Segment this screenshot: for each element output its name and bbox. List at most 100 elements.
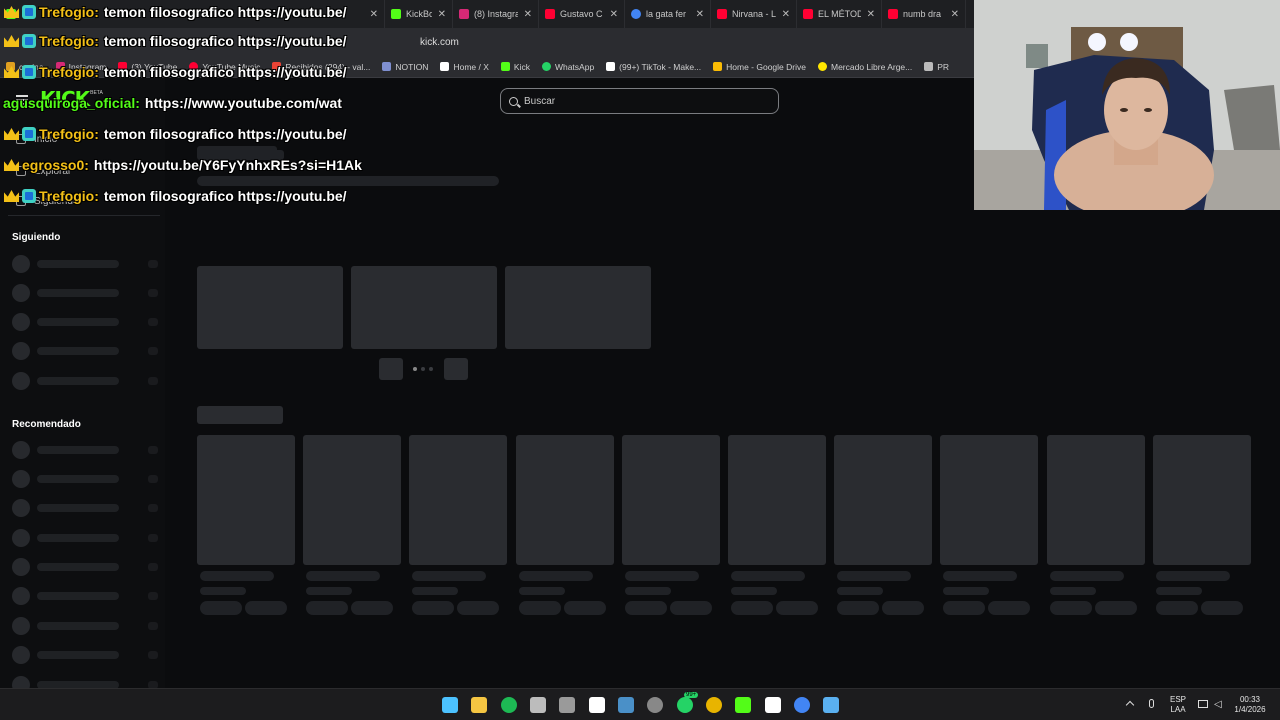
- microsoft-store-icon[interactable]: [530, 697, 546, 713]
- category-card-skeleton[interactable]: [834, 435, 932, 565]
- close-icon[interactable]: ✕: [867, 9, 875, 20]
- bookmark[interactable]: Home / X: [440, 62, 489, 72]
- notepad-icon[interactable]: [823, 697, 839, 713]
- chrome-icon[interactable]: [706, 697, 722, 713]
- bookmark[interactable]: WhatsApp: [541, 61, 595, 72]
- skeleton-tag: [457, 601, 499, 615]
- webcam-image: [974, 0, 1280, 210]
- bookmark[interactable]: (99+) TikTok - Make...: [606, 62, 701, 72]
- following-skeleton-row: [12, 313, 162, 333]
- bookmark[interactable]: NOTION: [382, 62, 428, 72]
- search-bar[interactable]: [500, 88, 779, 114]
- whatsapp-icon[interactable]: [677, 697, 693, 713]
- tab-label: Gustavo C: [560, 9, 603, 19]
- skeleton-tag: [245, 601, 287, 615]
- bookmark[interactable]: Home - Google Drive: [713, 62, 806, 72]
- recommended-skeleton-row: [12, 529, 162, 549]
- chat-message: Trefogio: temon filosografico https://you…: [0, 29, 386, 53]
- steam-icon[interactable]: [618, 697, 634, 713]
- bookmark-label: (99+) TikTok - Make...: [619, 61, 702, 72]
- search-icon: [509, 96, 518, 106]
- tab-label: (8) Instagram: [474, 9, 518, 19]
- file-explorer-icon[interactable]: [471, 697, 487, 713]
- browser-tab[interactable]: Nirvana - L ✕: [711, 0, 797, 28]
- microphone-icon[interactable]: [1149, 699, 1154, 708]
- bookmark[interactable]: Kick: [500, 62, 530, 72]
- carousel-dot[interactable]: [413, 367, 417, 371]
- carousel-next-button[interactable]: [444, 358, 468, 380]
- category-card-skeleton[interactable]: [728, 435, 826, 565]
- bookmark[interactable]: PR: [924, 62, 949, 72]
- chat-username: egrosso0:: [22, 157, 89, 173]
- capcut-icon[interactable]: [589, 697, 605, 713]
- following-skeleton-row: [12, 255, 162, 275]
- volume-icon[interactable]: ◁: [1214, 699, 1222, 710]
- recommended-skeleton-row: [12, 499, 162, 519]
- category-card-skeleton[interactable]: [516, 435, 614, 565]
- close-icon[interactable]: ✕: [438, 9, 446, 20]
- chat-message: Trefogio: temon filosografico https://you…: [0, 60, 386, 84]
- browser-tab[interactable]: la gata fer ✕: [625, 0, 711, 28]
- category-card-skeleton[interactable]: [622, 435, 720, 565]
- google-icon: [631, 9, 641, 19]
- close-icon[interactable]: ✕: [610, 9, 618, 20]
- skeleton-tag: [1201, 601, 1243, 615]
- spotify-icon[interactable]: [501, 697, 517, 713]
- featured-card-skeleton[interactable]: [197, 266, 343, 349]
- browser-tab[interactable]: KickBot TTS ✕: [385, 0, 453, 28]
- skeleton-line: [306, 571, 380, 581]
- whatsapp-icon: [541, 62, 551, 71]
- network-icon[interactable]: [1198, 700, 1208, 708]
- close-icon[interactable]: ✕: [524, 9, 532, 20]
- subscriber-badge-icon: [22, 5, 36, 19]
- recommended-skeleton-row: [12, 470, 162, 490]
- mercadolibre-icon: [817, 62, 827, 71]
- bookmark[interactable]: Mercado Libre Arge...: [817, 62, 912, 72]
- drive-icon: [713, 62, 723, 71]
- category-card-skeleton[interactable]: [409, 435, 507, 565]
- recommended-heading: Recomendado: [12, 419, 81, 430]
- bookmark-label: PR: [937, 61, 950, 72]
- carousel-dot[interactable]: [429, 367, 433, 371]
- instagram-icon: [459, 9, 469, 19]
- category-card-skeleton[interactable]: [197, 435, 295, 565]
- whatsapp-badge: 99+: [684, 692, 699, 698]
- category-card-skeleton[interactable]: [303, 435, 401, 565]
- carousel-prev-button[interactable]: [379, 358, 403, 380]
- following-skeleton-row: [12, 284, 162, 304]
- featured-card-skeleton[interactable]: [505, 266, 651, 349]
- capture-icon[interactable]: [559, 697, 575, 713]
- bookmark-label: WhatsApp: [554, 61, 595, 72]
- tiktok-icon: [606, 62, 616, 71]
- featured-card-skeleton[interactable]: [351, 266, 497, 349]
- language-indicator[interactable]: ESP LAA: [1166, 695, 1190, 715]
- browser-tab[interactable]: EL MÉTOD ✕: [797, 0, 882, 28]
- language-top: ESP: [1169, 695, 1186, 704]
- windows-start-icon[interactable]: [442, 697, 458, 713]
- browser-tab[interactable]: numb dra ✕: [882, 0, 966, 28]
- tab-label: EL MÉTOD: [818, 9, 861, 19]
- clock[interactable]: 00:33 1/4/2026: [1228, 695, 1272, 715]
- browser-tab[interactable]: (8) Instagram ✕: [453, 0, 539, 28]
- obs-icon[interactable]: [647, 697, 663, 713]
- close-icon[interactable]: ✕: [951, 9, 959, 20]
- webcam-feed: [974, 0, 1280, 210]
- chat-text: temon filosografico https://youtu.be/: [103, 4, 347, 20]
- kick-icon[interactable]: [735, 697, 751, 713]
- url-text[interactable]: kick.com: [420, 37, 459, 48]
- carousel-dot[interactable]: [421, 367, 425, 371]
- category-card-skeleton[interactable]: [1047, 435, 1145, 565]
- chat-text: temon filosografico https://youtu.be/: [103, 64, 347, 80]
- tab-label: la gata fer: [646, 9, 687, 19]
- chrome-icon[interactable]: [794, 697, 810, 713]
- search-input[interactable]: [524, 95, 764, 107]
- close-icon[interactable]: ✕: [696, 9, 704, 20]
- notion-icon[interactable]: [765, 697, 781, 713]
- category-card-skeleton[interactable]: [1153, 435, 1251, 565]
- browser-tab[interactable]: Gustavo C ✕: [539, 0, 625, 28]
- subscriber-badge-icon: [22, 65, 36, 79]
- chevron-up-icon[interactable]: [1125, 700, 1135, 710]
- close-icon[interactable]: ✕: [782, 9, 790, 20]
- skeleton-line: [1156, 587, 1202, 595]
- category-card-skeleton[interactable]: [940, 435, 1038, 565]
